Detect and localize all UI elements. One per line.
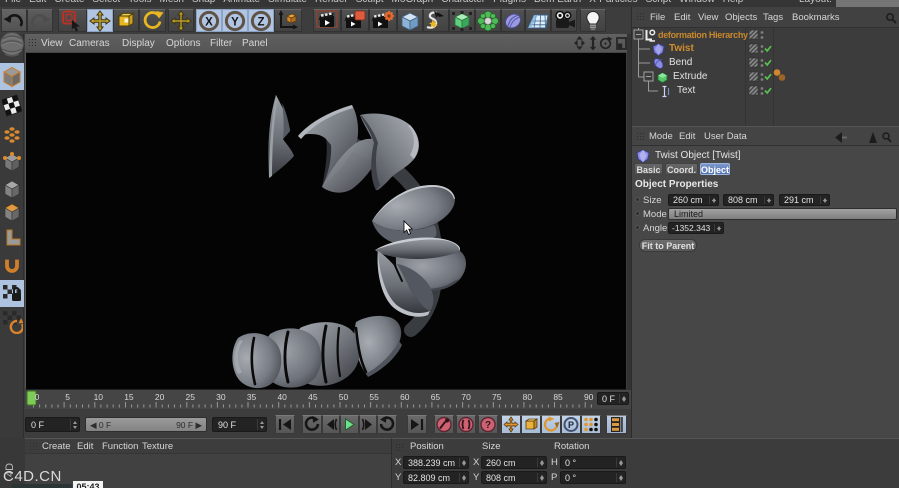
svg-text:P: P: [568, 420, 574, 430]
svg-text:?: ?: [485, 420, 491, 431]
svg-text:Y: Y: [231, 16, 239, 28]
svg-text:X: X: [205, 16, 213, 28]
svg-text:Z: Z: [257, 16, 264, 28]
